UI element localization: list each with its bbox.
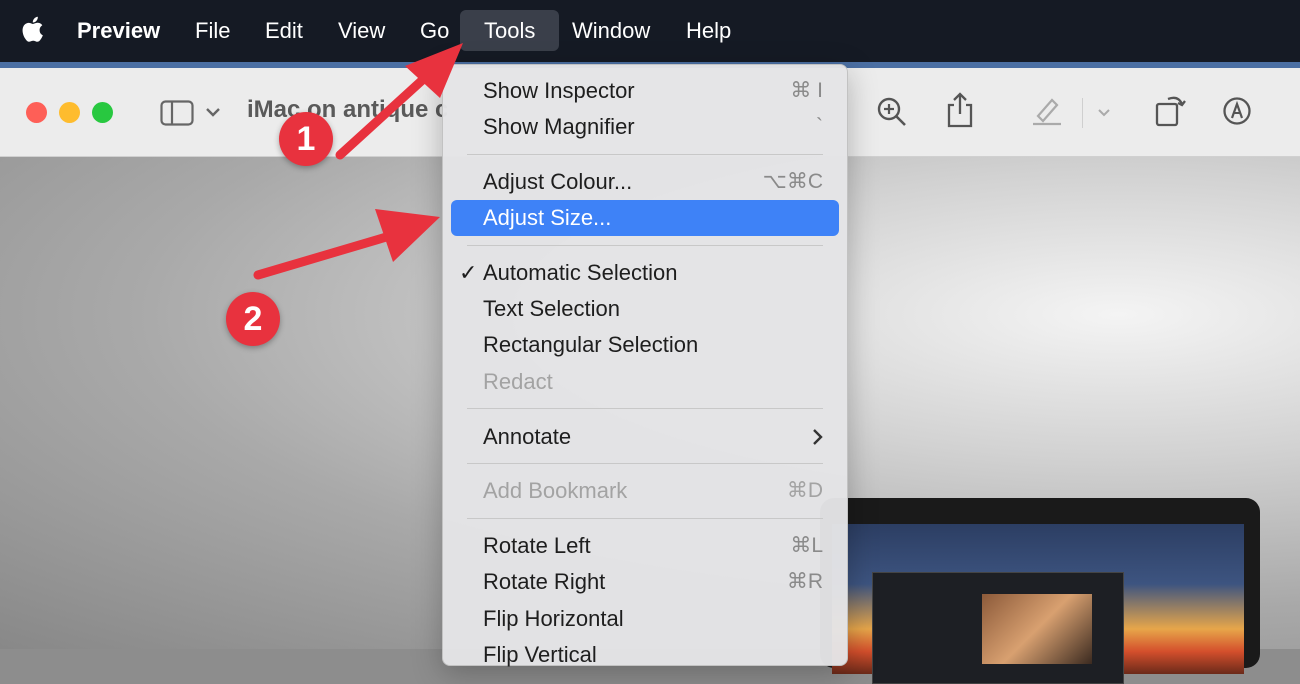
menu-item-rotate-left[interactable]: Rotate Left ⌘L [451, 528, 839, 564]
rotate-icon[interactable] [1154, 92, 1188, 128]
imac-screen [832, 524, 1244, 684]
menu-item-label: Annotate [483, 424, 572, 449]
tools-menu: Show Inspector ⌘ I Show Magnifier ` Adju… [442, 64, 848, 667]
step-badge-1: 1 [279, 112, 333, 166]
chevron-right-icon [813, 429, 823, 445]
menu-item-adjust-size[interactable]: Adjust Size... [451, 200, 839, 236]
shortcut-label: ` [816, 115, 823, 138]
menu-item-show-inspector[interactable]: Show Inspector ⌘ I [451, 73, 839, 109]
menu-item-label: Automatic Selection [483, 260, 678, 285]
menu-item-label: Flip Vertical [483, 642, 597, 667]
menu-item-text-selection[interactable]: Text Selection [451, 291, 839, 327]
menu-item-label: Adjust Colour... [483, 169, 633, 194]
menu-item-label: Redact [483, 369, 553, 394]
menu-item-label: Show Magnifier [483, 114, 635, 139]
apple-icon[interactable] [20, 14, 44, 44]
menu-item-rotate-right[interactable]: Rotate Right ⌘R [451, 564, 839, 600]
menu-item-add-bookmark: Add Bookmark ⌘D [451, 473, 839, 509]
menu-file[interactable]: File [195, 0, 230, 62]
menu-view[interactable]: View [338, 0, 385, 62]
chevron-down-icon[interactable] [205, 106, 221, 118]
zoom-in-icon[interactable] [876, 96, 908, 128]
menu-item-flip-horizontal[interactable]: Flip Horizontal [451, 601, 839, 637]
shortcut-label: ⌘L [790, 534, 823, 557]
sidebar-toggle-icon[interactable] [160, 100, 194, 126]
shortcut-label: ⌘D [786, 479, 823, 502]
chevron-down-icon[interactable] [1097, 108, 1111, 118]
menu-item-show-magnifier[interactable]: Show Magnifier ` [451, 109, 839, 145]
menu-item-label: Adjust Size... [483, 205, 612, 230]
menu-app-preview[interactable]: Preview [77, 0, 160, 62]
shortcut-label: ⌘ I [790, 79, 823, 102]
menu-tools[interactable]: Tools [460, 10, 560, 51]
menu-bar: Preview File Edit View Go Tools Window H… [0, 0, 1300, 62]
menu-item-label: Add Bookmark [483, 478, 628, 503]
markup-icon[interactable] [1222, 96, 1252, 126]
menu-item-redact: Redact [451, 364, 839, 400]
menu-edit[interactable]: Edit [265, 0, 303, 62]
menu-item-label: Rotate Right [483, 569, 606, 594]
menu-separator [467, 154, 823, 155]
toolbar-divider [1082, 98, 1083, 128]
menu-item-annotate[interactable]: Annotate [451, 419, 839, 455]
step-badge-2: 2 [226, 292, 280, 346]
menu-separator [467, 408, 823, 409]
highlight-pen-icon[interactable] [1030, 94, 1064, 126]
menu-item-label: Show Inspector [483, 78, 635, 103]
menu-separator [467, 518, 823, 519]
menu-item-flip-vertical[interactable]: Flip Vertical [451, 637, 839, 673]
menu-item-label: Rotate Left [483, 533, 591, 558]
imac-photo [820, 498, 1260, 684]
checkmark-icon: ✓ [459, 260, 478, 285]
imac-photo-thumbnail [982, 594, 1092, 664]
menu-item-label: Text Selection [483, 296, 620, 321]
shortcut-label: ⌘R [786, 570, 823, 593]
menu-item-adjust-colour[interactable]: Adjust Colour... ⌥⌘C [451, 164, 839, 200]
menu-window[interactable]: Window [572, 0, 650, 62]
document-title: iMac on antique c [247, 96, 447, 123]
shortcut-label: ⌥⌘C [762, 170, 823, 193]
menu-separator [467, 463, 823, 464]
menu-item-rectangular-selection[interactable]: Rectangular Selection [451, 327, 839, 363]
menu-help[interactable]: Help [686, 0, 731, 62]
menu-go[interactable]: Go [420, 0, 449, 62]
close-window-button[interactable] [26, 102, 47, 123]
share-icon[interactable] [946, 92, 974, 128]
menu-separator [467, 245, 823, 246]
menu-item-label: Flip Horizontal [483, 606, 624, 631]
minimize-window-button[interactable] [59, 102, 80, 123]
menu-item-label: Rectangular Selection [483, 332, 699, 357]
menu-item-automatic-selection[interactable]: ✓ Automatic Selection [451, 255, 839, 291]
maximize-window-button[interactable] [92, 102, 113, 123]
